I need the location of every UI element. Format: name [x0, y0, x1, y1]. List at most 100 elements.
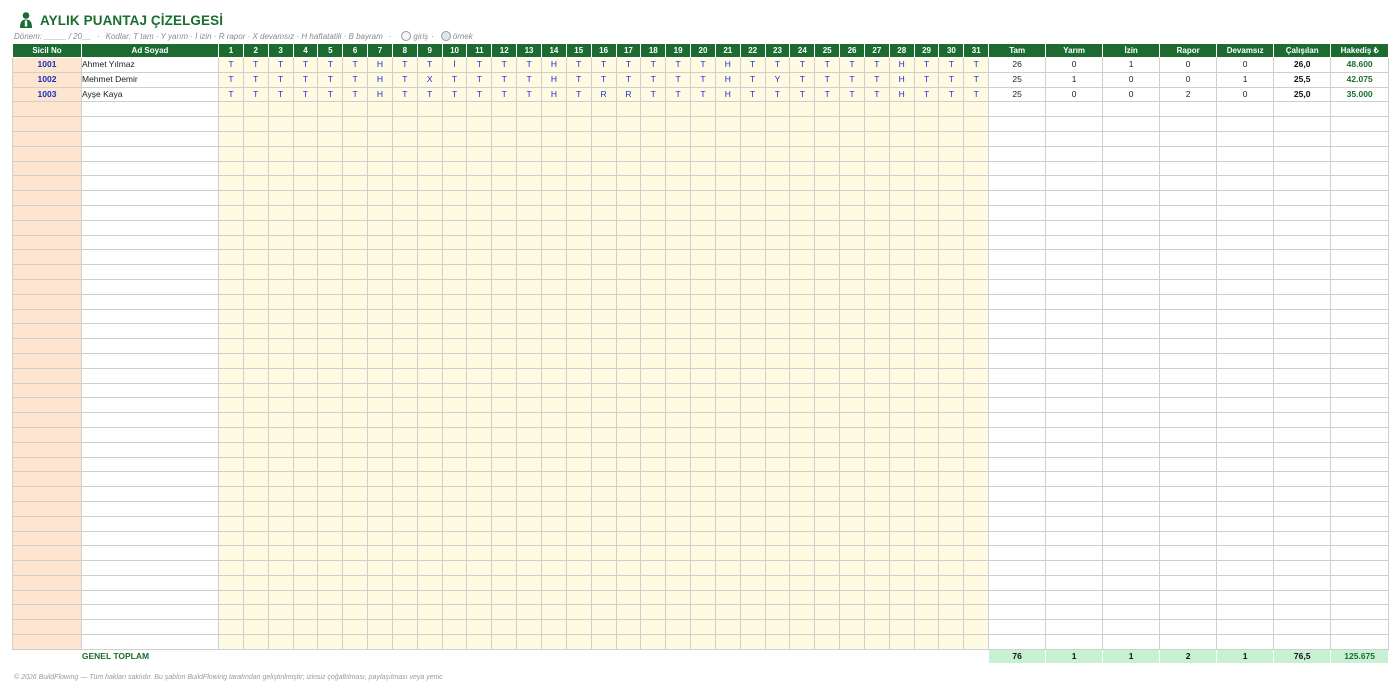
day-cell[interactable] [714, 619, 741, 636]
day-cell[interactable] [292, 412, 319, 428]
day-cell[interactable] [615, 412, 642, 428]
day-cell[interactable]: T [739, 86, 766, 103]
day-cell[interactable] [615, 426, 642, 443]
day-cell[interactable] [913, 264, 940, 280]
day-cell[interactable]: T [565, 71, 592, 88]
day-cell[interactable] [516, 278, 542, 295]
day-cell[interactable] [690, 634, 716, 650]
day-cell[interactable] [317, 382, 344, 399]
day-cell[interactable] [516, 530, 542, 547]
day-cell[interactable] [516, 204, 542, 221]
day-cell[interactable] [615, 219, 642, 236]
day-cell[interactable] [416, 382, 443, 399]
day-cell[interactable] [317, 545, 344, 562]
day-cell[interactable] [739, 382, 766, 399]
day-cell[interactable] [714, 234, 741, 251]
day-cell[interactable] [764, 471, 791, 488]
day-cell[interactable] [640, 441, 667, 458]
day-cell[interactable] [416, 278, 443, 295]
day-cell[interactable] [590, 619, 617, 636]
day-cell[interactable] [466, 323, 493, 340]
day-cell[interactable] [267, 634, 294, 650]
day-cell[interactable] [342, 530, 369, 547]
day-cell[interactable] [665, 175, 692, 192]
day-cell[interactable] [789, 397, 816, 414]
day-cell[interactable] [292, 130, 319, 147]
day-cell[interactable] [267, 234, 294, 251]
day-cell[interactable] [913, 367, 940, 384]
day-cell[interactable] [739, 219, 766, 236]
day-cell[interactable] [565, 634, 592, 650]
day-cell[interactable] [665, 397, 692, 414]
day-cell[interactable] [665, 338, 692, 354]
day-cell[interactable] [342, 397, 369, 414]
sicil-cell[interactable] [12, 441, 82, 458]
sicil-cell[interactable] [12, 412, 82, 428]
day-cell[interactable]: T [963, 86, 990, 103]
day-cell[interactable] [690, 589, 716, 606]
day-cell[interactable] [814, 500, 841, 517]
day-cell[interactable] [317, 249, 344, 266]
day-cell[interactable] [441, 278, 468, 295]
day-cell[interactable] [615, 574, 642, 591]
day-cell[interactable] [267, 426, 294, 443]
day-cell[interactable] [416, 634, 443, 650]
day-cell[interactable] [367, 145, 393, 162]
day-cell[interactable] [267, 560, 294, 576]
day-cell[interactable] [963, 397, 990, 414]
day-cell[interactable] [590, 441, 617, 458]
day-cell[interactable] [317, 204, 344, 221]
day-cell[interactable] [540, 323, 567, 340]
day-cell[interactable] [267, 264, 294, 280]
day-cell[interactable] [913, 175, 940, 192]
day-cell[interactable] [242, 101, 269, 118]
sicil-cell[interactable] [12, 130, 82, 147]
day-cell[interactable] [540, 116, 567, 132]
day-cell[interactable] [863, 338, 890, 354]
day-cell[interactable] [615, 130, 642, 147]
day-cell[interactable] [342, 589, 369, 606]
day-cell[interactable] [391, 101, 418, 118]
day-cell[interactable] [416, 486, 443, 502]
day-cell[interactable] [317, 412, 344, 428]
day-cell[interactable] [565, 249, 592, 266]
day-cell[interactable]: T [317, 86, 344, 103]
day-cell[interactable] [342, 486, 369, 502]
day-cell[interactable] [565, 204, 592, 221]
day-cell[interactable] [839, 367, 865, 384]
day-cell[interactable] [814, 323, 841, 340]
day-cell[interactable] [516, 397, 542, 414]
day-cell[interactable] [416, 116, 443, 132]
sicil-cell[interactable] [12, 234, 82, 251]
day-cell[interactable]: T [690, 71, 716, 88]
day-cell[interactable] [342, 130, 369, 147]
day-cell[interactable] [938, 382, 965, 399]
day-cell[interactable] [665, 515, 692, 532]
day-cell[interactable]: T [416, 57, 443, 73]
day-cell[interactable] [466, 560, 493, 576]
day-cell[interactable] [416, 500, 443, 517]
day-cell[interactable] [640, 116, 667, 132]
day-cell[interactable]: T [913, 86, 940, 103]
day-cell[interactable] [540, 308, 567, 325]
day-cell[interactable] [913, 574, 940, 591]
day-cell[interactable] [242, 574, 269, 591]
day-cell[interactable] [267, 471, 294, 488]
day-cell[interactable] [218, 412, 244, 428]
day-cell[interactable] [739, 116, 766, 132]
day-cell[interactable] [764, 589, 791, 606]
day-cell[interactable] [764, 264, 791, 280]
ad-soyad-cell[interactable] [81, 426, 219, 443]
day-cell[interactable] [690, 500, 716, 517]
day-cell[interactable] [615, 382, 642, 399]
day-cell[interactable] [789, 278, 816, 295]
day-cell[interactable] [665, 426, 692, 443]
day-cell[interactable] [590, 456, 617, 473]
day-cell[interactable] [789, 204, 816, 221]
day-cell[interactable] [565, 500, 592, 517]
day-cell[interactable] [913, 190, 940, 206]
day-cell[interactable] [839, 308, 865, 325]
day-cell[interactable] [764, 116, 791, 132]
day-cell[interactable] [665, 101, 692, 118]
day-cell[interactable] [516, 500, 542, 517]
